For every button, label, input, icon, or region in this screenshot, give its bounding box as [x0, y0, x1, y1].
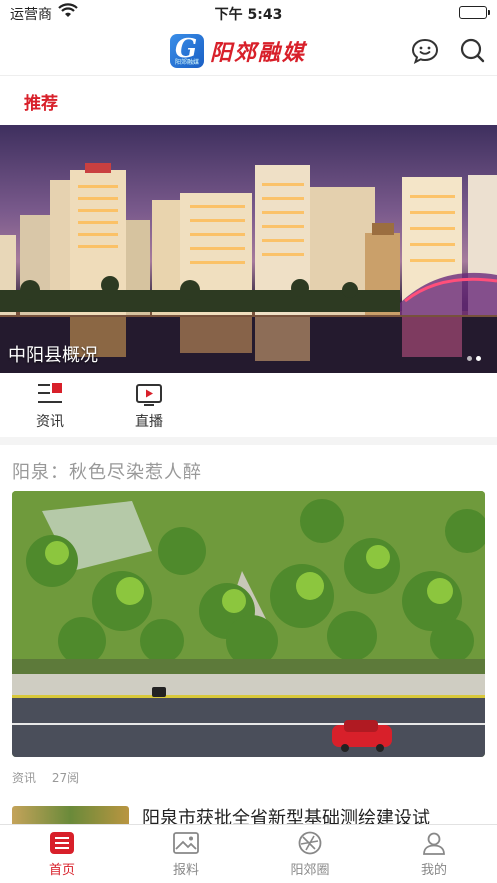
tab-recommend[interactable]: 推荐	[24, 89, 58, 114]
quick-nav-live[interactable]: 直播	[119, 381, 179, 431]
article-title[interactable]: 阳泉：秋色尽染惹人醉	[12, 458, 202, 484]
quick-nav: 资讯 直播	[0, 373, 497, 437]
quick-nav-label: 资讯	[36, 414, 64, 430]
chat-icon[interactable]	[410, 36, 440, 66]
carousel-indicator	[467, 356, 481, 361]
logo-badge-text: 阳郊融媒	[174, 59, 199, 66]
section-divider	[0, 437, 497, 445]
carousel-dot-active	[476, 356, 481, 361]
logo-badge-icon: G 阳郊融媒	[170, 34, 204, 68]
quick-nav-news[interactable]: 资讯	[20, 381, 80, 431]
app-logo: G 阳郊融媒 阳郊融媒	[170, 34, 306, 68]
article-image[interactable]	[12, 491, 485, 757]
article-views: 27阅	[51, 771, 80, 785]
status-bar: 运营商 下午 5:43	[0, 0, 497, 26]
battery-icon	[459, 6, 490, 19]
clock: 下午 5:43	[214, 7, 283, 23]
live-icon	[136, 384, 162, 406]
tab-label: 我的	[420, 863, 447, 878]
search-icon[interactable]	[458, 36, 488, 66]
tab-label: 阳郊圈	[290, 863, 330, 878]
tab-label: 首页	[48, 863, 75, 878]
quick-nav-label: 直播	[135, 414, 163, 430]
tab-label: 报料	[172, 863, 199, 878]
app-name: 阳郊融媒	[210, 40, 307, 66]
tab-report[interactable]: 报料	[146, 831, 226, 878]
app-header: G 阳郊融媒 阳郊融媒	[0, 26, 497, 76]
bottom-tab-bar: 首页 报料 阳郊圈 我的	[0, 824, 497, 883]
banner-carousel[interactable]: 中阳县概况	[0, 125, 497, 373]
city-skyline-image	[0, 163, 497, 373]
image-icon	[173, 832, 199, 854]
user-icon	[423, 832, 445, 855]
tab-profile[interactable]: 我的	[394, 831, 474, 878]
tab-circle[interactable]: 阳郊圈	[270, 831, 350, 878]
article-meta: 资讯 27阅	[12, 769, 91, 786]
article-category: 资讯	[12, 771, 37, 785]
home-icon	[50, 832, 74, 854]
article-thumbnail[interactable]	[12, 806, 129, 826]
app-screen: 运营商 下午 5:43 G 阳郊融媒 阳郊融媒 推荐 中阳县概况 资讯 直播 阳…	[0, 0, 497, 883]
news-icon	[38, 383, 62, 403]
tab-home[interactable]: 首页	[22, 831, 102, 878]
carousel-dot	[467, 356, 472, 361]
category-bar: 推荐	[0, 77, 497, 125]
park-aerial-photo	[12, 491, 485, 757]
circle-icon	[298, 831, 322, 855]
banner-caption[interactable]: 中阳县概况	[8, 341, 98, 367]
